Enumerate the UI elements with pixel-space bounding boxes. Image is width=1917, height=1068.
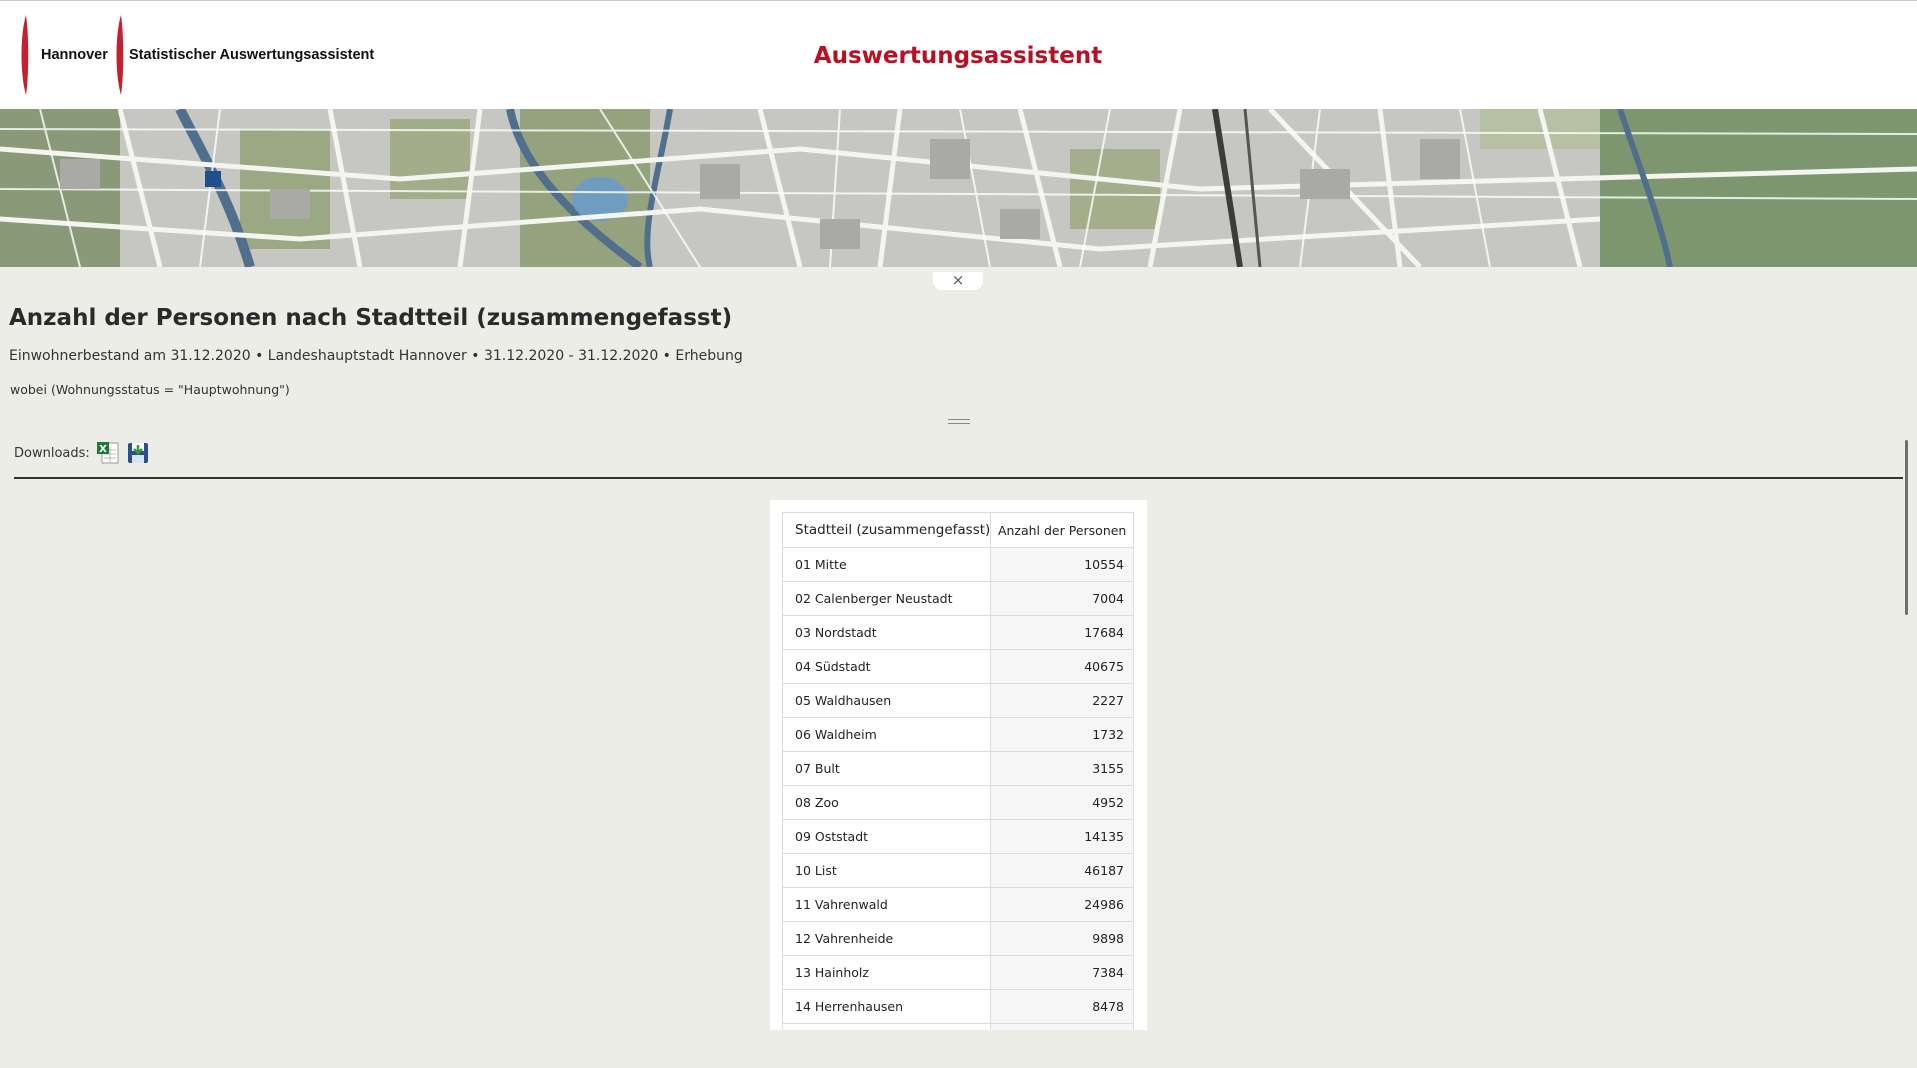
cell-stadtteil: 03 Nordstadt [781,615,992,650]
result-table-card: Stadtteil (zusammengefasst) Anzahl der P… [770,500,1147,1030]
cell-stadtteil: 13 Hainholz [781,955,992,990]
header: Hannover Statistischer Auswertungsassist… [0,0,1917,109]
city-map-banner [0,109,1917,267]
table-row: 14 Herrenhausen 8478 [781,989,1134,1024]
table-row: 01 Mitte 10554 [781,547,1134,582]
cell-stadtteil: 02 Calenberger Neustadt [781,581,992,616]
cell-anzahl: 8478 [990,989,1134,1024]
cell-anzahl: 4952 [990,785,1134,820]
cell-stadtteil: 08 Zoo [781,785,992,820]
cell-anzahl: 2227 [990,683,1134,718]
cell-anzahl: 7384 [990,955,1134,990]
table-row: 06 Waldheim 1732 [781,717,1134,752]
collapse-banner-button[interactable]: × [933,272,983,290]
scrollbar[interactable] [1905,440,1908,615]
page-title: Anzahl der Personen nach Stadtteil (zusa… [9,305,733,331]
column-header-stadtteil[interactable]: Stadtteil (zusammengefasst) [781,512,992,548]
table-row: 10 List 46187 [781,853,1134,888]
cell-stadtteil: 04 Südstadt [781,649,992,684]
table-row: 07 Bult 3155 [781,751,1134,786]
resize-handle[interactable] [948,419,970,424]
cell-anzahl: 17684 [990,615,1134,650]
table-row: 05 Waldhausen 2227 [781,683,1134,718]
logo-city-name: Hannover [41,47,108,63]
city-map-image [0,109,1917,267]
table-header-row: Stadtteil (zusammengefasst) Anzahl der P… [781,512,1134,548]
cell-stadtteil: 05 Waldhausen [781,683,992,718]
cell-stadtteil: 01 Mitte [781,547,992,582]
table-row: 03 Nordstadt 17684 [781,615,1134,650]
cell-anzahl: 7004 [990,581,1134,616]
cell-stadtteil: 12 Vahrenheide [781,921,992,956]
cell-anzahl: 3155 [990,751,1134,786]
cell-anzahl: 24986 [990,887,1134,922]
cell-stadtteil: 06 Waldheim [781,717,992,752]
filter-description: wobei (Wohnungsstatus = "Hauptwohnung") [10,382,290,397]
table-row: 08 Zoo 4952 [781,785,1134,820]
table-row: 11 Vahrenwald 24986 [781,887,1134,922]
cell-stadtteil: 11 Vahrenwald [781,887,992,922]
save-icon[interactable] [126,441,150,465]
cell-anzahl: 1732 [990,717,1134,752]
logo-app-name: Statistischer Auswertungsassistent [129,47,375,63]
cell-anzahl [990,1023,1134,1030]
cell-anzahl: 10554 [990,547,1134,582]
cell-anzahl: 9898 [990,921,1134,956]
cell-anzahl: 14135 [990,819,1134,854]
table-row: 12 Vahrenheide 9898 [781,921,1134,956]
table-row: 02 Calenberger Neustadt 7004 [781,581,1134,616]
cell-stadtteil: 07 Bult [781,751,992,786]
report-subtitle: Einwohnerbestand am 31.12.2020 • Landesh… [9,348,743,364]
cell-anzahl: 46187 [990,853,1134,888]
cell-stadtteil [781,1023,992,1030]
downloads-bar: Downloads: X [14,440,150,466]
table-row: 09 Oststadt 14135 [781,819,1134,854]
excel-icon[interactable]: X [96,441,120,465]
cell-stadtteil: 09 Oststadt [781,819,992,854]
cell-anzahl: 40675 [990,649,1134,684]
column-header-anzahl[interactable]: Anzahl der Personen [990,512,1134,548]
separator-line [14,477,1903,479]
svg-text:X: X [99,444,107,455]
app-title: Auswertungsassistent [813,43,1103,69]
cell-stadtteil: 10 List [781,853,992,888]
table-row: 13 Hainholz 7384 [781,955,1134,990]
cell-stadtteil: 14 Herrenhausen [781,989,992,1024]
result-table: Stadtteil (zusammengefasst) Anzahl der P… [781,512,1134,1030]
table-row-partial [781,1023,1134,1030]
hannover-logo[interactable]: Hannover Statistischer Auswertungsassist… [20,13,380,97]
table-row: 04 Südstadt 40675 [781,649,1134,684]
downloads-label: Downloads: [14,445,90,461]
